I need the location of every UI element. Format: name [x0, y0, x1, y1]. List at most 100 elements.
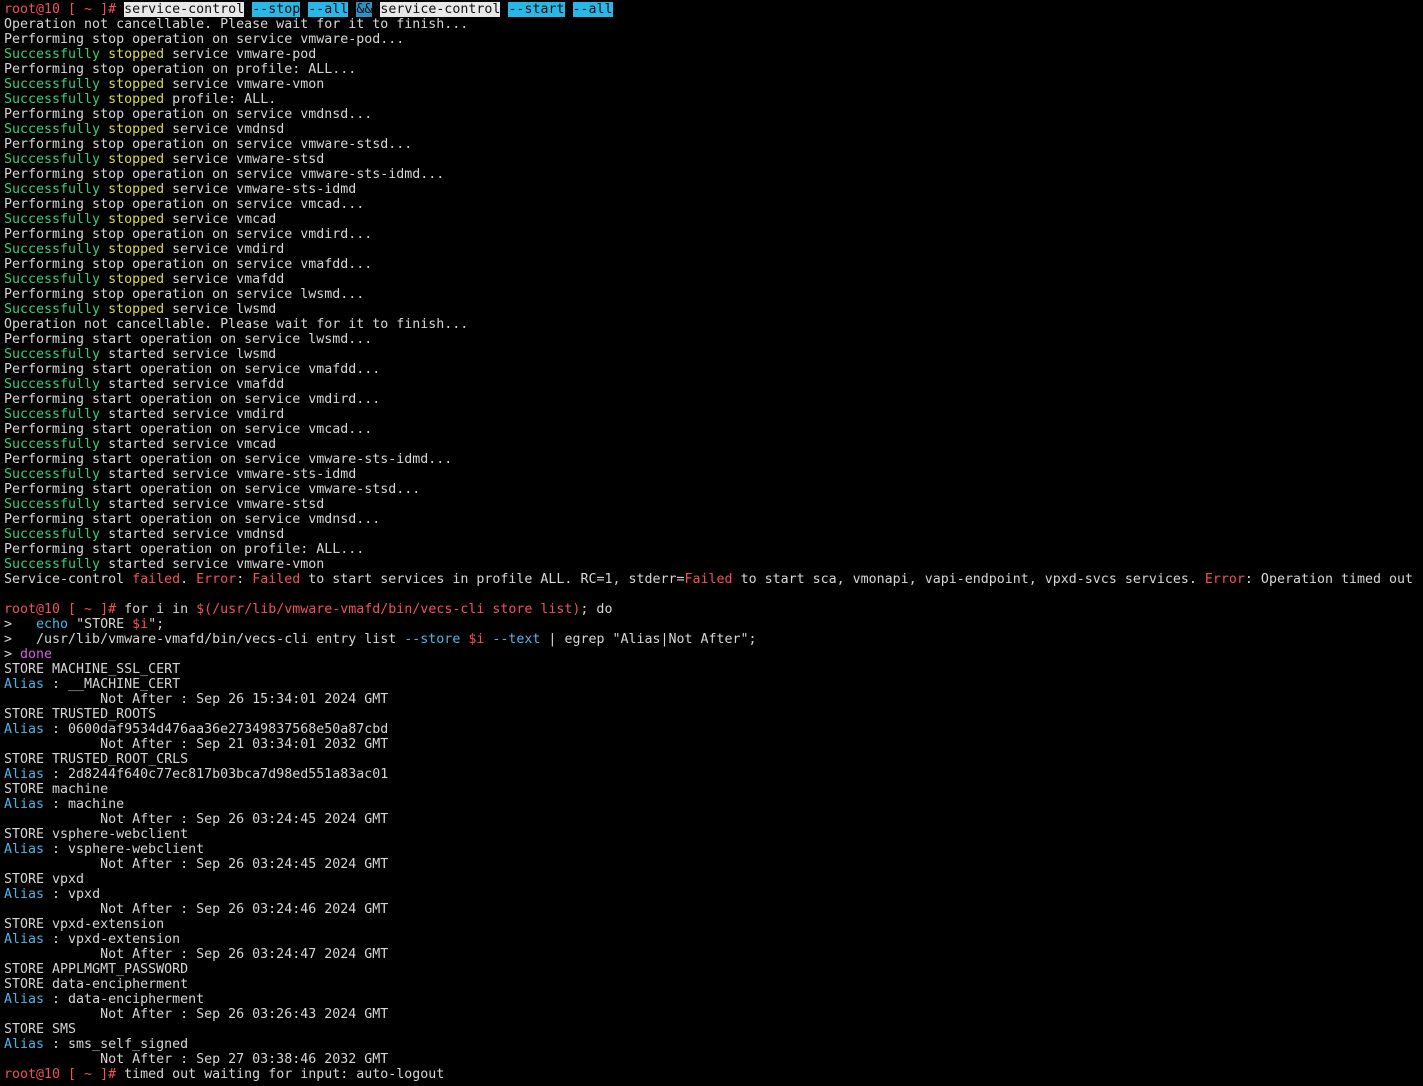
terminal-text: Performing stop operation on service vmc…	[4, 197, 365, 212]
terminal-text: Not After : Sep 21 03:34:01 2032 GMT	[4, 737, 389, 752]
terminal-line: Performing stop operation on service lws…	[4, 287, 1423, 302]
terminal-line: Successfully started service vmware-sts-…	[4, 467, 1423, 482]
terminal-line: STORE vpxd-extension	[4, 917, 1423, 932]
terminal-text: .	[180, 572, 197, 587]
terminal-line: root@10 [ ~ ]# for i in $(/usr/lib/vmwar…	[4, 602, 1423, 617]
terminal-line: STORE TRUSTED_ROOTS	[4, 707, 1423, 722]
terminal-text: : vpxd	[44, 887, 101, 902]
shell-prompt: root@10 [ ~ ]#	[4, 2, 125, 17]
terminal-text: echo	[36, 617, 69, 632]
terminal-text: ";	[148, 617, 165, 632]
terminal-line: Successfully stopped service vmware-vmon	[4, 77, 1423, 92]
terminal-text: >	[4, 647, 21, 662]
terminal-text: stopped	[108, 47, 165, 62]
terminal-text: --text	[492, 632, 541, 647]
shell-prompt: root@10 [ ~ ]#	[4, 602, 125, 617]
terminal-text: Successfully	[4, 497, 109, 512]
terminal-text: Successfully	[4, 77, 109, 92]
terminal-text: : Operation timed out	[1244, 572, 1414, 587]
terminal-text: service vmdird	[164, 242, 285, 257]
terminal-text: stopped	[108, 272, 165, 287]
terminal-text: Alias	[4, 1037, 45, 1052]
terminal-line: STORE TRUSTED_ROOT_CRLS	[4, 752, 1423, 767]
terminal-text: Successfully	[4, 92, 109, 107]
terminal-line: Performing stop operation on service vmc…	[4, 197, 1423, 212]
terminal-text: --start	[508, 2, 565, 17]
terminal-line: Successfully stopped service vmdird	[4, 242, 1423, 257]
terminal-text: Failed	[252, 572, 301, 587]
terminal-line: Successfully stopped service vmware-pod	[4, 47, 1423, 62]
terminal-line: Not After : Sep 26 03:24:47 2024 GMT	[4, 947, 1423, 962]
terminal-text: service-control	[380, 2, 501, 17]
terminal-text: stopped	[108, 182, 165, 197]
terminal-line: Successfully stopped service vmware-stsd	[4, 152, 1423, 167]
terminal-text: started service vmafdd	[108, 377, 285, 392]
terminal-line: Not After : Sep 26 15:34:01 2024 GMT	[4, 692, 1423, 707]
terminal-text: Performing stop operation on service vmw…	[4, 32, 405, 47]
terminal-text: Not After : Sep 26 03:24:47 2024 GMT	[4, 947, 389, 962]
terminal-text: Alias	[4, 767, 45, 782]
terminal-text: for i in	[124, 602, 197, 617]
terminal-text: --store	[404, 632, 461, 647]
terminal-text: stopped	[108, 212, 165, 227]
terminal-text: stopped	[108, 242, 165, 257]
terminal-text: Performing start operation on service vm…	[4, 392, 381, 407]
terminal-line: Successfully started service lwsmd	[4, 347, 1423, 362]
terminal-line: Not After : Sep 26 03:24:45 2024 GMT	[4, 857, 1423, 872]
terminal-text: service vmware-sts-idmd	[164, 182, 357, 197]
terminal-text: STORE TRUSTED_ROOTS	[4, 707, 157, 722]
terminal-line: STORE data-encipherment	[4, 977, 1423, 992]
terminal-line: Performing start operation on service vm…	[4, 362, 1423, 377]
terminal-text: :	[236, 572, 253, 587]
terminal-text: Performing stop operation on profile: AL…	[4, 62, 357, 77]
terminal-text: Successfully	[4, 377, 109, 392]
terminal-text: --all	[308, 2, 349, 17]
terminal-line: STORE SMS	[4, 1022, 1423, 1037]
terminal-text: Error	[1204, 572, 1245, 587]
terminal-text: Alias	[4, 722, 45, 737]
terminal-line: Performing start operation on service vm…	[4, 392, 1423, 407]
terminal-text: timed out waiting for input: auto-logout	[124, 1067, 445, 1082]
terminal-line: Not After : Sep 27 03:38:46 2032 GMT	[4, 1052, 1423, 1067]
terminal-line: STORE machine	[4, 782, 1423, 797]
terminal-output[interactable]: root@10 [ ~ ]# service-control --stop --…	[0, 2, 1423, 1086]
terminal-line: Performing stop operation on service vmd…	[4, 227, 1423, 242]
terminal-text: STORE vsphere-webclient	[4, 827, 189, 842]
terminal-line: Successfully started service vmware-stsd	[4, 497, 1423, 512]
terminal-line: Not After : Sep 26 03:24:45 2024 GMT	[4, 812, 1423, 827]
terminal-text: : machine	[44, 797, 125, 812]
terminal-line: Successfully started service vmafdd	[4, 377, 1423, 392]
terminal-text: : vsphere-webclient	[44, 842, 205, 857]
terminal-line: Successfully stopped service vmcad	[4, 212, 1423, 227]
terminal-text: STORE MACHINE_SSL_CERT	[4, 662, 181, 677]
terminal-text: Performing stop operation on service vmd…	[4, 227, 373, 242]
terminal-line: root@10 [ ~ ]# service-control --stop --…	[4, 2, 1423, 17]
terminal-text: Successfully	[4, 437, 109, 452]
terminal-text: started service vmware-vmon	[108, 557, 325, 572]
terminal-text: Performing start operation on service vm…	[4, 452, 453, 467]
terminal-text: Error	[196, 572, 237, 587]
terminal-line: Successfully stopped service lwsmd	[4, 302, 1423, 317]
terminal-text: : 0600daf9534d476aa36e27349837568e50a87c…	[44, 722, 389, 737]
terminal-line: Alias : __MACHINE_CERT	[4, 677, 1423, 692]
terminal-line: Performing start operation on service vm…	[4, 422, 1423, 437]
terminal-text: --stop	[252, 2, 301, 17]
terminal-text: service vmdnsd	[164, 122, 285, 137]
terminal-line: Performing start operation on service vm…	[4, 512, 1423, 527]
terminal-text: stopped	[108, 122, 165, 137]
terminal-text: Successfully	[4, 347, 109, 362]
terminal-text: Performing stop operation on service vmw…	[4, 137, 413, 152]
terminal-line: Performing stop operation on service vmw…	[4, 32, 1423, 47]
terminal-text: Successfully	[4, 152, 109, 167]
terminal-text: Successfully	[4, 182, 109, 197]
terminal-line: Successfully started service vmware-vmon	[4, 557, 1423, 572]
terminal-text: : __MACHINE_CERT	[44, 677, 181, 692]
terminal-line: Operation not cancellable. Please wait f…	[4, 317, 1423, 332]
terminal-text: Performing stop operation on service vma…	[4, 257, 373, 272]
terminal-text: Performing start operation on profile: A…	[4, 542, 365, 557]
terminal-text: &&	[356, 2, 373, 17]
terminal-text: : sms_self_signed	[44, 1037, 189, 1052]
terminal-text: profile: ALL.	[164, 92, 277, 107]
terminal-line: Performing start operation on service vm…	[4, 482, 1423, 497]
